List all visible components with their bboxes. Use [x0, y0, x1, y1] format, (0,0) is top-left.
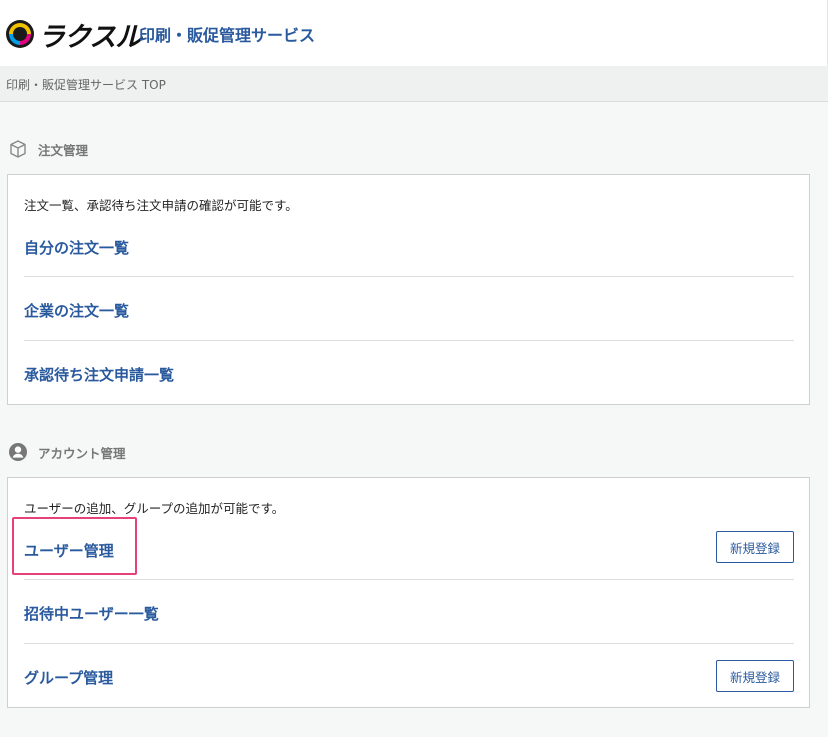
new-group-register-button[interactable]: 新規登録 [716, 660, 794, 692]
divider [24, 579, 794, 580]
breadcrumb-bar: 印刷・販促管理サービス TOP [0, 66, 828, 102]
breadcrumb: 印刷・販促管理サービス TOP [6, 78, 166, 92]
my-orders-link[interactable]: 自分の注文一覧 [24, 237, 129, 258]
app-header: ラクスル 印刷・販促管理サービス [0, 0, 828, 66]
account-section-title: アカウント管理 [38, 445, 126, 461]
user-management-link[interactable]: ユーザー管理 [24, 540, 114, 561]
list-item: 自分の注文一覧 [24, 237, 794, 301]
invited-users-link[interactable]: 招待中ユーザー一覧 [24, 603, 159, 624]
account-panel: ユーザーの追加、グループの追加が可能です。 ユーザー管理 新規登録 招待中ユーザ… [7, 477, 810, 708]
box-icon [8, 139, 28, 159]
logo-icon[interactable] [6, 20, 34, 48]
list-item: グループ管理 新規登録 [24, 660, 794, 731]
order-section-header: 注文管理 [8, 139, 88, 159]
divider [24, 276, 794, 277]
company-orders-link[interactable]: 企業の注文一覧 [24, 300, 129, 321]
new-user-register-button[interactable]: 新規登録 [716, 531, 794, 563]
app-title[interactable]: 印刷・販促管理サービス [139, 22, 315, 46]
account-description: ユーザーの追加、グループの追加が可能です。 [24, 501, 285, 516]
list-item: 招待中ユーザー一覧 [24, 603, 794, 667]
list-item: ユーザー管理 新規登録 [24, 531, 794, 604]
order-panel: 注文一覧、承認待ち注文申請の確認が可能です。 自分の注文一覧 企業の注文一覧 承… [7, 174, 810, 405]
group-management-link[interactable]: グループ管理 [24, 667, 113, 688]
account-section-header: アカウント管理 [8, 442, 126, 462]
divider [24, 340, 794, 341]
logo-text[interactable]: ラクスル [38, 15, 142, 54]
order-description: 注文一覧、承認待ち注文申請の確認が可能です。 [24, 198, 298, 213]
pending-approval-link[interactable]: 承認待ち注文申請一覧 [24, 364, 174, 385]
user-circle-icon [8, 442, 28, 462]
order-section-title: 注文管理 [38, 142, 89, 158]
list-item: 企業の注文一覧 [24, 300, 794, 364]
list-item: 承認待ち注文申請一覧 [24, 364, 794, 428]
divider [24, 643, 794, 644]
